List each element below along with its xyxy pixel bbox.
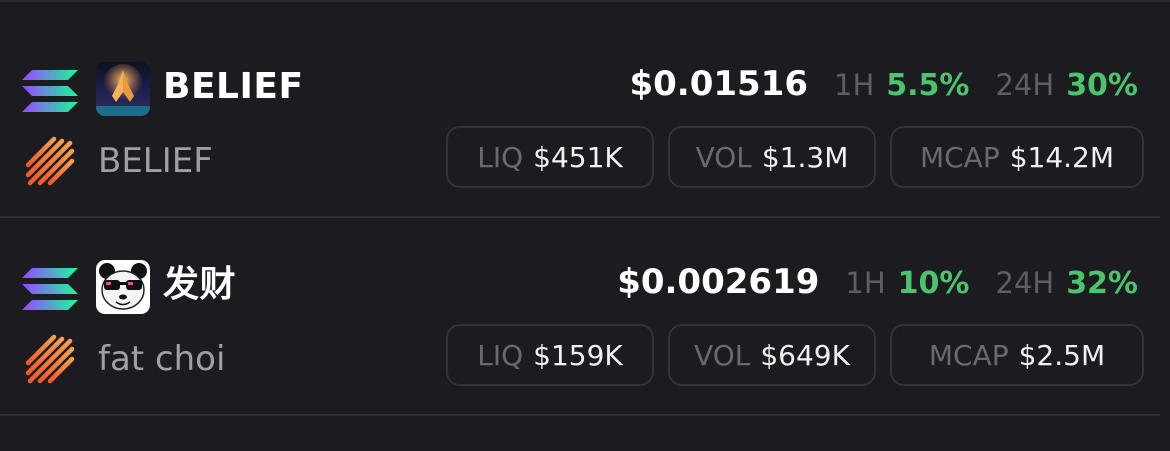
mcap-pill: MCAP $14.2M	[890, 126, 1144, 188]
pump-stripes-icon	[25, 136, 75, 186]
price-line: $0.01516 1H 5.5% 24H 30%	[629, 64, 1138, 104]
stats-row: LIQ $159K VOL $649K MCAP $2.5M	[446, 324, 1144, 386]
solana-icon	[22, 268, 78, 310]
panda-sunglasses-icon	[96, 260, 150, 314]
token-row-fat-choi[interactable]: 发财 fat choi $0.002619 1H 10% 24H 32% LIQ…	[0, 218, 1170, 416]
mcap-pill: MCAP $2.5M	[890, 324, 1144, 386]
token-price: $0.002619	[617, 262, 820, 302]
vol-value: $1.3M	[761, 140, 849, 174]
vol-pill: VOL $649K	[668, 324, 876, 386]
token-subname: fat choi	[98, 339, 226, 379]
change-24h-label: 24H	[995, 266, 1055, 300]
liq-value: $159K	[533, 338, 623, 372]
solana-icon	[22, 70, 78, 112]
mcap-label: MCAP	[919, 140, 1000, 174]
liq-pill: LIQ $451K	[446, 126, 654, 188]
avatar	[96, 260, 150, 314]
token-row-belief[interactable]: BELIEF BELIEF $0.01516 1H 5.5% 24H 30% L…	[0, 20, 1170, 218]
praying-hands-icon	[96, 62, 150, 116]
stats-row: LIQ $451K VOL $1.3M MCAP $14.2M	[446, 126, 1144, 188]
vol-value: $649K	[760, 338, 850, 372]
change-1h-value: 5.5%	[886, 68, 970, 103]
top-divider	[0, 0, 1170, 2]
pump-stripes-icon	[25, 334, 75, 384]
row-divider	[0, 414, 1160, 416]
change-24h-value: 30%	[1066, 68, 1138, 103]
change-1h-value: 10%	[897, 266, 970, 301]
mcap-value: $14.2M	[1009, 140, 1115, 174]
token-name: 发财	[163, 264, 237, 305]
token-name: BELIEF	[163, 66, 304, 107]
token-subname: BELIEF	[98, 141, 213, 181]
vol-label: VOL	[694, 338, 751, 372]
change-24h-label: 24H	[995, 68, 1055, 102]
avatar	[96, 62, 150, 116]
change-1h-label: 1H	[845, 266, 886, 300]
vol-pill: VOL $1.3M	[668, 126, 876, 188]
token-price: $0.01516	[629, 64, 808, 104]
vol-label: VOL	[695, 140, 752, 174]
liq-label: LIQ	[477, 338, 524, 372]
change-1h-label: 1H	[834, 68, 875, 102]
mcap-value: $2.5M	[1018, 338, 1106, 372]
liq-label: LIQ	[477, 140, 524, 174]
mcap-label: MCAP	[928, 338, 1009, 372]
liq-value: $451K	[533, 140, 623, 174]
liq-pill: LIQ $159K	[446, 324, 654, 386]
change-24h-value: 32%	[1066, 266, 1138, 301]
price-line: $0.002619 1H 10% 24H 32%	[617, 262, 1138, 302]
